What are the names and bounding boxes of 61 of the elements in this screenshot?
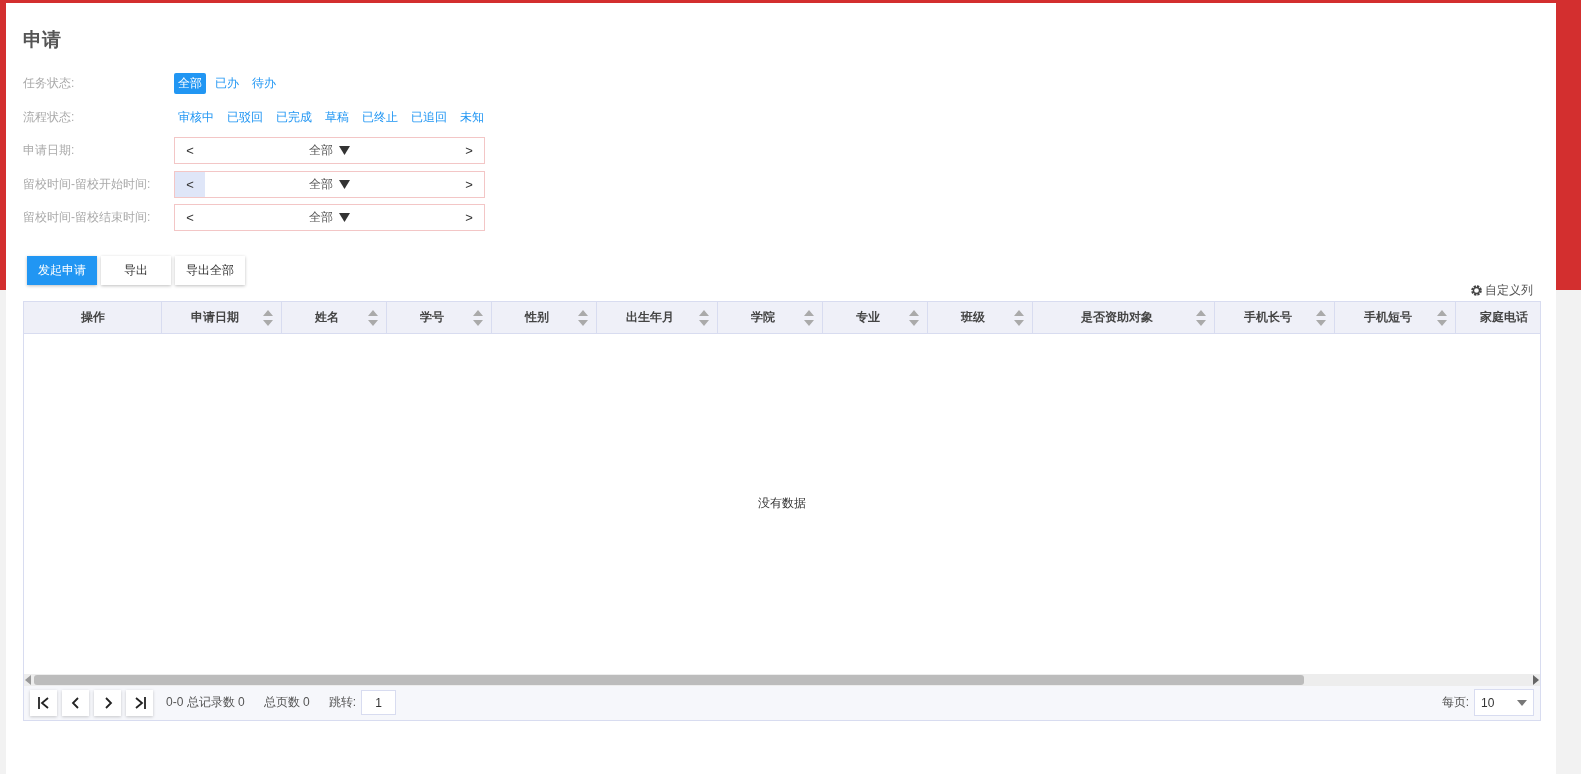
first-page-button[interactable] — [30, 689, 57, 716]
previous-button[interactable]: < — [175, 138, 205, 164]
column-header[interactable]: 学号 — [387, 301, 492, 333]
filter-label: 申请日期: — [23, 142, 76, 160]
previous-page-button[interactable] — [62, 689, 89, 716]
filter-label: 留校时间-留校开始时间: — [23, 175, 152, 193]
sort-icon[interactable] — [909, 308, 919, 327]
previous-button[interactable]: < — [175, 205, 205, 231]
empty-message: 没有数据 — [758, 495, 806, 512]
horizontal-scrollbar[interactable] — [24, 673, 1540, 686]
page-count: 总页数 0 — [263, 694, 310, 711]
filter-label: 流程状态: — [23, 108, 76, 126]
column-header[interactable]: 性别 — [492, 301, 597, 333]
jump-label: 跳转: — [328, 694, 357, 711]
sort-icon[interactable] — [1014, 308, 1024, 327]
scroll-right-icon[interactable] — [1531, 674, 1539, 685]
sort-icon[interactable] — [699, 308, 709, 327]
dropdown-icon[interactable] — [339, 213, 350, 223]
sort-icon[interactable] — [804, 308, 814, 327]
customize-columns-link[interactable]: 自定义列 — [1485, 282, 1533, 299]
record-summary: 0-0 总记录数 0 — [166, 694, 245, 711]
dropdown-icon[interactable] — [339, 179, 350, 189]
column-header[interactable]: 手机长号 — [1215, 301, 1335, 333]
next-button[interactable]: > — [454, 138, 484, 164]
column-header[interactable]: 申请日期 — [162, 301, 282, 333]
next-button[interactable]: > — [454, 171, 484, 197]
action-button[interactable]: 导出 — [101, 255, 171, 285]
sort-icon[interactable] — [1196, 308, 1206, 327]
column-header[interactable]: 出生年月 — [597, 301, 718, 333]
last-page-button[interactable] — [126, 689, 153, 716]
filter-label: 任务状态: — [23, 75, 76, 93]
sort-icon[interactable] — [578, 308, 588, 327]
previous-button[interactable]: < — [175, 171, 205, 197]
column-header[interactable]: 操作 — [24, 301, 162, 333]
per-page-label: 每页: — [1441, 694, 1469, 711]
page-title: 申请 — [23, 28, 62, 52]
page-jump-field[interactable]: 1 — [361, 690, 397, 715]
range-value[interactable]: 全部 — [309, 142, 333, 160]
sort-icon[interactable] — [1437, 308, 1447, 327]
column-header[interactable]: 手机短号 — [1335, 301, 1456, 333]
sort-icon[interactable] — [1316, 308, 1326, 327]
caret-icon — [1517, 699, 1527, 706]
action-button[interactable]: 导出全部 — [175, 255, 245, 285]
sort-icon[interactable] — [368, 308, 378, 327]
first-page-icon — [36, 695, 51, 710]
sort-icon[interactable] — [263, 308, 273, 327]
range-value[interactable]: 全部 — [309, 209, 333, 227]
range-value[interactable]: 全部 — [309, 175, 333, 193]
column-header[interactable]: 姓名 — [282, 301, 387, 333]
next-button[interactable]: > — [454, 205, 484, 231]
dropdown-icon[interactable] — [339, 146, 350, 156]
per-page-select[interactable]: 10 — [1474, 689, 1534, 716]
filter-label: 留校时间-留校结束时间: — [23, 209, 152, 227]
column-header[interactable]: 班级 — [928, 301, 1033, 333]
column-header[interactable]: 家庭电话 — [1456, 301, 1540, 333]
column-header[interactable]: 专业 — [823, 301, 928, 333]
settings-icon[interactable] — [1470, 284, 1483, 297]
next-page-button[interactable] — [94, 689, 121, 716]
sort-icon[interactable] — [473, 308, 483, 327]
column-header[interactable]: 是否资助对象 — [1033, 301, 1215, 333]
column-header[interactable]: 学院 — [718, 301, 823, 333]
